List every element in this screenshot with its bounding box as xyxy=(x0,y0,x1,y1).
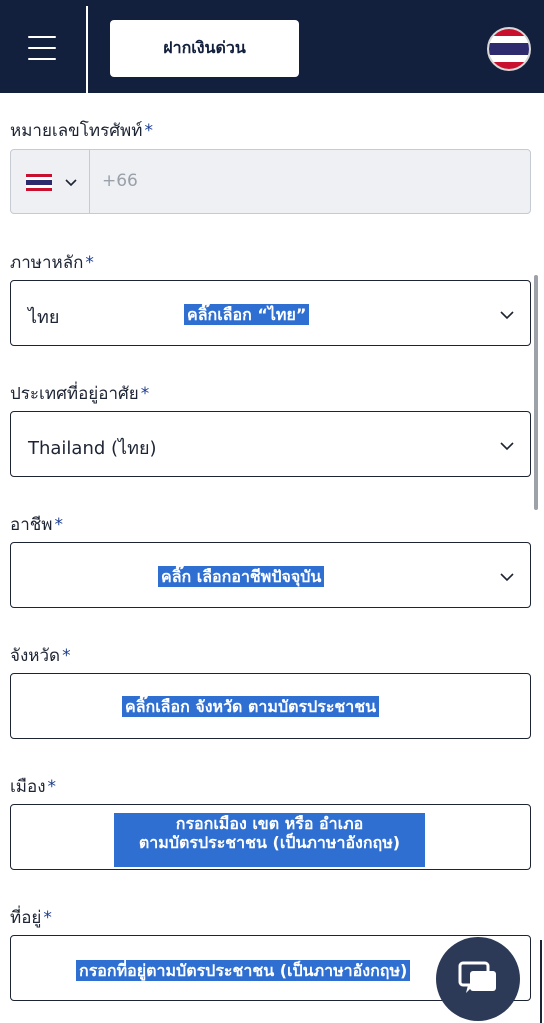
address-annotation: กรอกที่อยู่ตามบัตรประชาชน (เป็นภาษาอังกฤ… xyxy=(76,960,411,982)
hamburger-icon[interactable] xyxy=(28,36,56,60)
language-label: ภาษาหลัก * xyxy=(10,253,94,273)
chat-bubble-icon xyxy=(458,961,496,993)
province-annotation: คลิ๊กเลือก จังหวัด ตามบัตรประชาชน xyxy=(122,696,380,718)
edge-line xyxy=(540,940,542,1023)
phone-field[interactable]: +66 xyxy=(10,149,531,214)
city-annotation-line1: กรอกเมือง เขต หรือ อำเภอ xyxy=(175,814,364,833)
header-divider xyxy=(86,6,88,93)
thailand-flag-icon[interactable] xyxy=(26,174,52,191)
scrollbar[interactable] xyxy=(534,275,538,510)
country-code: +66 xyxy=(102,171,138,191)
language-flag-button[interactable] xyxy=(487,27,531,71)
chevron-down-icon xyxy=(500,573,514,582)
quick-deposit-button[interactable]: ฝากเงินด่วน xyxy=(110,20,299,77)
occupation-label: อาชีพ * xyxy=(10,515,63,535)
phone-separator xyxy=(89,150,90,213)
country-label: ประเทศที่อยู่อาศัย * xyxy=(10,384,150,404)
country-select[interactable]: Thailand (ไทย) xyxy=(10,411,531,477)
occupation-annotation: คลิ๊ก เลือกอาชีพปัจจุบัน xyxy=(158,566,325,588)
province-label: จังหวัด * xyxy=(10,646,71,666)
chevron-down-icon xyxy=(500,442,514,451)
chevron-down-icon xyxy=(500,311,514,320)
language-annotation: คลิ๊กเลือก “ไทย” xyxy=(184,304,310,326)
phone-label: หมายเลขโทรศัพท์ * xyxy=(10,121,153,141)
top-bar: ฝากเงินด่วน xyxy=(0,0,544,93)
address-label: ที่อยู่ * xyxy=(10,908,52,928)
chevron-down-icon[interactable] xyxy=(63,174,79,190)
language-value: ไทย xyxy=(28,307,60,328)
city-annotation-line2: ตามบัตรประชาชน (เป็นภาษาอังกฤษ) xyxy=(138,833,401,853)
chat-button[interactable] xyxy=(436,937,520,1021)
city-label: เมือง * xyxy=(10,777,57,797)
country-value: Thailand (ไทย) xyxy=(28,438,157,459)
thailand-flag-icon xyxy=(489,29,529,69)
city-annotation: กรอกเมือง เขต หรือ อำเภอ ตามบัตรประชาชน … xyxy=(114,813,425,867)
